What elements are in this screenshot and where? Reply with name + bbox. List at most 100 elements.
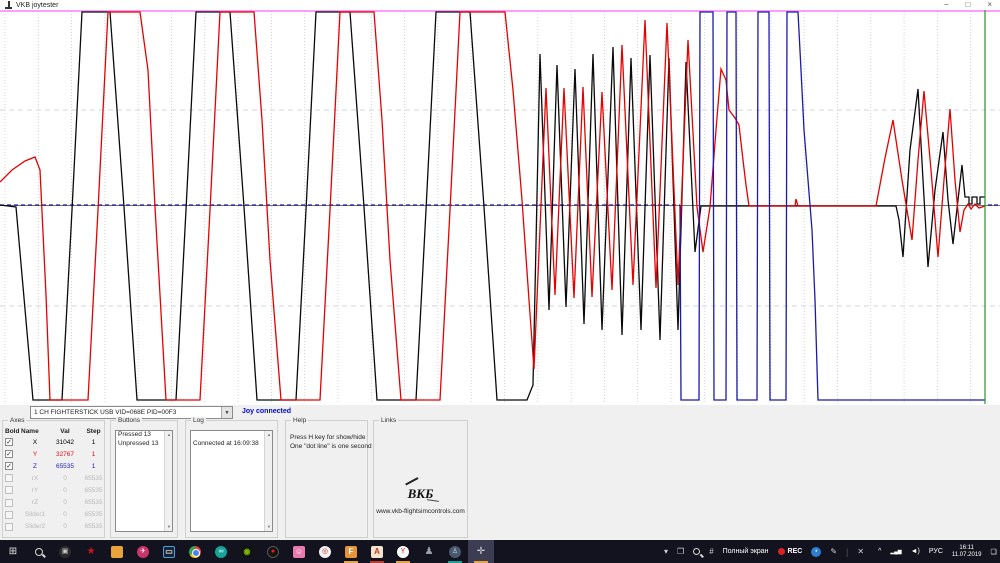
scroll-down-icon[interactable]: ▼ bbox=[265, 523, 272, 531]
axis-name: X bbox=[32, 438, 38, 446]
recorder-close-icon[interactable]: ✕ bbox=[857, 547, 864, 556]
axis-bold-checkbox[interactable] bbox=[5, 510, 13, 519]
action-center-icon[interactable]: ❏ bbox=[991, 548, 997, 556]
yandex-icon: Y bbox=[397, 545, 409, 558]
axis-bold-checkbox[interactable] bbox=[5, 498, 13, 507]
target-app-icon: ◎ bbox=[319, 545, 331, 558]
recorder-zoom-icon[interactable] bbox=[693, 548, 701, 555]
yandex-icon[interactable]: Y bbox=[390, 540, 416, 563]
joy-status-label: Joy connected bbox=[242, 408, 292, 415]
axis-value: 0 bbox=[63, 523, 67, 531]
scroll-up-icon[interactable]: ▲ bbox=[165, 431, 172, 439]
f-app-icon: F bbox=[345, 545, 357, 558]
start-icon[interactable]: ⊞ bbox=[0, 540, 26, 563]
recorder-app-icon: ● bbox=[267, 545, 279, 558]
star-app-icon: ★ bbox=[86, 545, 96, 557]
chevron-down-icon[interactable]: ▼ bbox=[221, 407, 232, 418]
volume-icon[interactable]: ◄) bbox=[911, 548, 920, 555]
blue-tool-icon[interactable]: ♙ bbox=[442, 540, 468, 563]
help-groupbox: Help Press H key for show/hide One "dot … bbox=[285, 417, 372, 538]
axis-value: 0 bbox=[63, 499, 67, 507]
help-title: Help bbox=[291, 417, 309, 424]
scroll-up-icon[interactable]: ▲ bbox=[265, 431, 272, 439]
search-icon[interactable] bbox=[26, 540, 52, 563]
axis-step: 65535 bbox=[84, 486, 103, 494]
axis-row-ry: rY 0 65535 bbox=[5, 484, 104, 496]
f-app-icon[interactable]: F bbox=[338, 540, 364, 563]
axes-groupbox: Axes Bold Name Val Step ✓ X 31042 1 ✓ Y 32767 1 ✓ Z… bbox=[2, 417, 105, 538]
network-signal-icon[interactable]: ▂▄▆ bbox=[890, 549, 901, 555]
pink-game-icon: ☺ bbox=[293, 545, 305, 558]
joystick-app-icon: ✛ bbox=[476, 545, 486, 557]
axis-row-rz: rZ 0 65535 bbox=[5, 496, 104, 508]
rec-button[interactable]: REC bbox=[777, 548, 802, 555]
axis-bold-checkbox[interactable]: ✓ bbox=[5, 450, 13, 459]
taskbar: ⊞ ▣ ★ ✈ ▭ ∞ ◉ ● ☺ ◎ F A Y ♟ ♙ ✛ ▾ ❐ # Полный экран REC … bbox=[0, 540, 1000, 563]
scroll-down-icon[interactable]: ▼ bbox=[165, 523, 172, 531]
clock[interactable]: 16:11 11.07.2019 bbox=[952, 545, 982, 558]
app-window-icon[interactable]: ▭ bbox=[156, 540, 182, 563]
window-title: VKB joytester bbox=[16, 1, 59, 9]
axis-row-x: ✓ X 31042 1 bbox=[5, 436, 104, 448]
axis-name: rZ bbox=[31, 499, 39, 507]
a-app-icon[interactable]: A bbox=[364, 540, 390, 563]
axis-value: 31042 bbox=[55, 438, 75, 446]
buttons-title: Buttons bbox=[116, 417, 143, 424]
language-indicator[interactable]: РУС bbox=[929, 548, 943, 555]
axis-step: 1 bbox=[91, 462, 96, 470]
blue-tool-icon: ♙ bbox=[449, 545, 461, 558]
axis-value: 32767 bbox=[55, 450, 75, 458]
recorder-pencil-icon[interactable]: ✎ bbox=[830, 547, 837, 556]
axis-bold-checkbox[interactable]: ✓ bbox=[5, 462, 13, 471]
nvidia-icon: ◉ bbox=[241, 545, 253, 558]
recorder-menu-caret-icon[interactable]: ▾ bbox=[664, 547, 668, 556]
app-joystick-icon bbox=[5, 1, 12, 9]
camera-app-icon[interactable]: ▣ bbox=[52, 540, 78, 563]
axis-bold-checkbox[interactable]: ✓ bbox=[5, 438, 13, 447]
file-explorer-icon[interactable] bbox=[104, 540, 130, 563]
axis-bold-checkbox[interactable] bbox=[5, 522, 13, 531]
log-listbox[interactable]: Connected at 16:09:38 ▲ ▼ bbox=[190, 430, 273, 532]
axis-step: 65535 bbox=[84, 523, 103, 531]
axes-headers: Bold Name Val Step bbox=[5, 428, 101, 435]
a-app-icon: A bbox=[371, 545, 383, 558]
log-entry: Connected at 16:09:38 bbox=[193, 439, 259, 447]
scrollbar[interactable]: ▲ ▼ bbox=[264, 431, 272, 531]
infinity-app-icon: ∞ bbox=[215, 545, 227, 558]
chrome-icon[interactable] bbox=[182, 540, 208, 563]
maximize-button[interactable]: □ bbox=[965, 0, 970, 10]
chrome-icon bbox=[189, 545, 201, 558]
rocket-app-icon: ✈ bbox=[137, 545, 149, 558]
vkb-logo: ВКБ bbox=[407, 486, 434, 501]
infinity-app-icon[interactable]: ∞ bbox=[208, 540, 234, 563]
joystick-app-icon[interactable]: ✛ bbox=[468, 540, 494, 563]
links-groupbox: Links ВКБ www.vkb-flightsimcontrols.com bbox=[373, 417, 468, 538]
figure-app-icon[interactable]: ♟ bbox=[416, 540, 442, 563]
axis-bold-checkbox[interactable] bbox=[5, 486, 13, 495]
recorder-crop-icon[interactable]: # bbox=[709, 547, 713, 556]
pink-game-icon[interactable]: ☺ bbox=[286, 540, 312, 563]
vkb-website-link[interactable]: www.vkb-flightsimcontrols.com bbox=[376, 508, 465, 515]
device-row: 1 CH FIGHTERSTICK USB VID=068E PID=00F3 … bbox=[0, 405, 1000, 420]
buttons-listbox[interactable]: Pressed 13 Unpressed 13 ▲ ▼ bbox=[115, 430, 173, 532]
screen-recorder-toolbar: ▾ ❐ # Полный экран REC • ✎ | ✕ bbox=[664, 546, 864, 557]
target-app-icon[interactable]: ◎ bbox=[312, 540, 338, 563]
axis-bold-checkbox[interactable] bbox=[5, 474, 13, 483]
recorder-window-icon[interactable]: ❐ bbox=[677, 547, 684, 556]
axis-value: 65535 bbox=[55, 462, 75, 470]
recorder-camera-icon[interactable]: • bbox=[811, 546, 822, 557]
log-title: Log bbox=[191, 417, 206, 424]
recorder-app-icon[interactable]: ● bbox=[260, 540, 286, 563]
hidden-icons-chevron[interactable]: ^ bbox=[878, 548, 881, 555]
minimize-button[interactable]: − bbox=[944, 0, 949, 10]
fullscreen-mode-label[interactable]: Полный экран bbox=[723, 548, 769, 555]
desktop-screen: VKB joytester − □ × 1 CH FIGHTERSTICK US… bbox=[0, 0, 1000, 563]
star-app-icon[interactable]: ★ bbox=[78, 540, 104, 563]
file-explorer-icon bbox=[111, 545, 123, 558]
rocket-app-icon[interactable]: ✈ bbox=[130, 540, 156, 563]
close-button[interactable]: × bbox=[987, 0, 992, 10]
scrollbar[interactable]: ▲ ▼ bbox=[164, 431, 172, 531]
nvidia-icon[interactable]: ◉ bbox=[234, 540, 260, 563]
axis-row-slider1: Slider1 0 65535 bbox=[5, 509, 104, 521]
start-icon: ⊞ bbox=[8, 545, 18, 557]
